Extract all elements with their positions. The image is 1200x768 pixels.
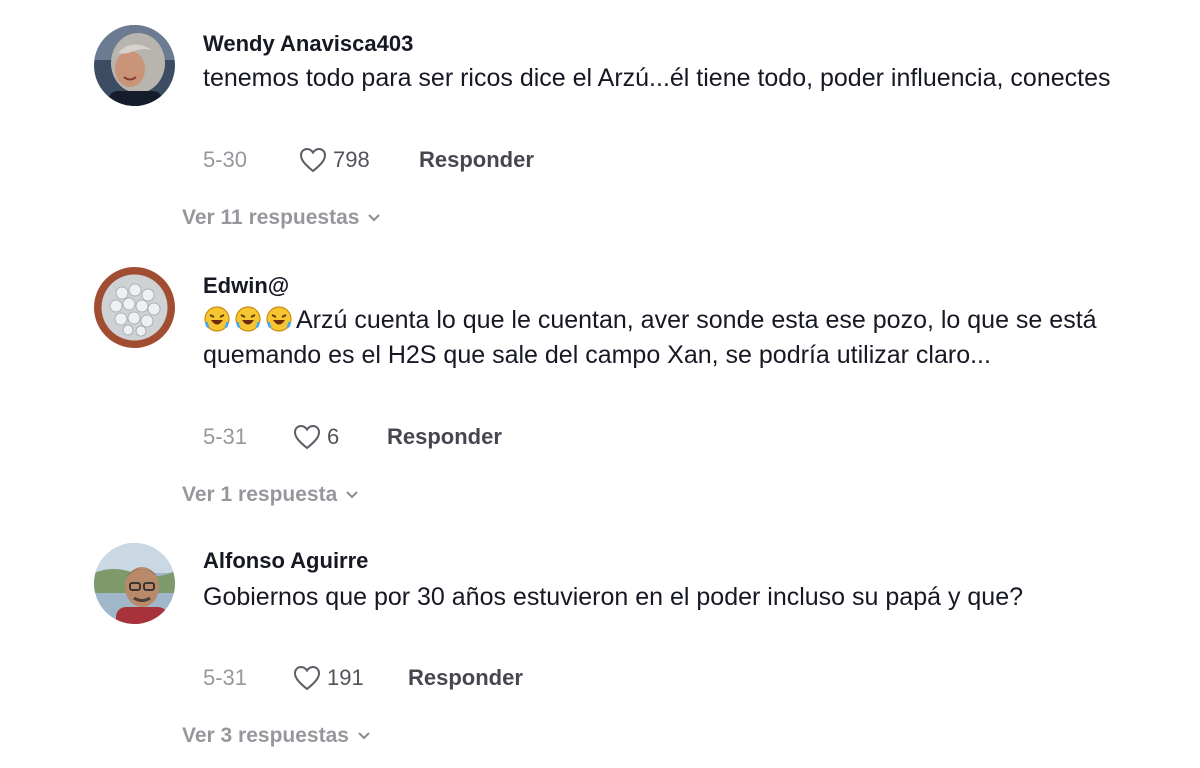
heart-outline-icon <box>299 147 327 173</box>
comment-username[interactable]: Alfonso Aguirre <box>203 548 368 574</box>
comment-username[interactable]: Wendy Anavisca403 <box>203 31 413 57</box>
view-replies-label: Ver 1 respuesta <box>182 483 338 506</box>
chevron-down-icon <box>358 732 370 740</box>
like-button[interactable]: 798 <box>299 147 419 173</box>
comment-meta: 5-30 798 Responder <box>203 145 534 175</box>
comment-meta: 5-31 191 Responder <box>203 663 523 693</box>
heart-outline-icon <box>293 424 321 450</box>
comment-date: 5-31 <box>203 424 248 449</box>
comment-text-body: Arzú cuenta lo que le cuentan, aver sond… <box>203 306 1097 369</box>
like-count: 191 <box>327 665 364 690</box>
chevron-down-icon <box>346 491 358 499</box>
like-count: 6 <box>327 424 340 449</box>
avatar[interactable] <box>94 267 175 348</box>
view-replies-button[interactable]: Ver 3 respuestas <box>182 722 371 750</box>
like-button[interactable]: 191 <box>293 665 408 691</box>
comment-date: 5-31 <box>203 665 248 690</box>
like-button[interactable]: 6 <box>293 424 387 450</box>
comment-meta: 5-31 6 Responder <box>203 422 502 452</box>
view-replies-button[interactable]: Ver 11 respuestas <box>182 204 381 232</box>
rolling-on-floor-laughing-emoji <box>234 305 262 333</box>
view-replies-label: Ver 3 respuestas <box>182 724 349 747</box>
rolling-on-floor-laughing-emoji <box>265 305 293 333</box>
comment-date: 5-30 <box>203 147 248 172</box>
like-count: 798 <box>333 147 370 172</box>
view-replies-label: Ver 11 respuestas <box>182 206 360 229</box>
avatar[interactable] <box>94 543 175 624</box>
reply-button[interactable]: Responder <box>387 424 502 450</box>
comment-text: tenemos todo para ser ricos dice el Arzú… <box>203 64 1111 92</box>
reply-button[interactable]: Responder <box>419 147 534 173</box>
rolling-on-floor-laughing-emoji <box>203 305 231 333</box>
view-replies-button[interactable]: Ver 1 respuesta <box>182 481 359 509</box>
chevron-down-icon <box>368 214 381 222</box>
reply-button[interactable]: Responder <box>408 665 523 691</box>
comment-text: Gobiernos que por 30 años estuvieron en … <box>203 583 1024 611</box>
heart-outline-icon <box>293 665 321 691</box>
comment-username[interactable]: Edwin@ <box>203 273 289 299</box>
avatar[interactable] <box>94 25 175 106</box>
comment-text: Arzú cuenta lo que le cuentan, aver sond… <box>203 303 1123 373</box>
